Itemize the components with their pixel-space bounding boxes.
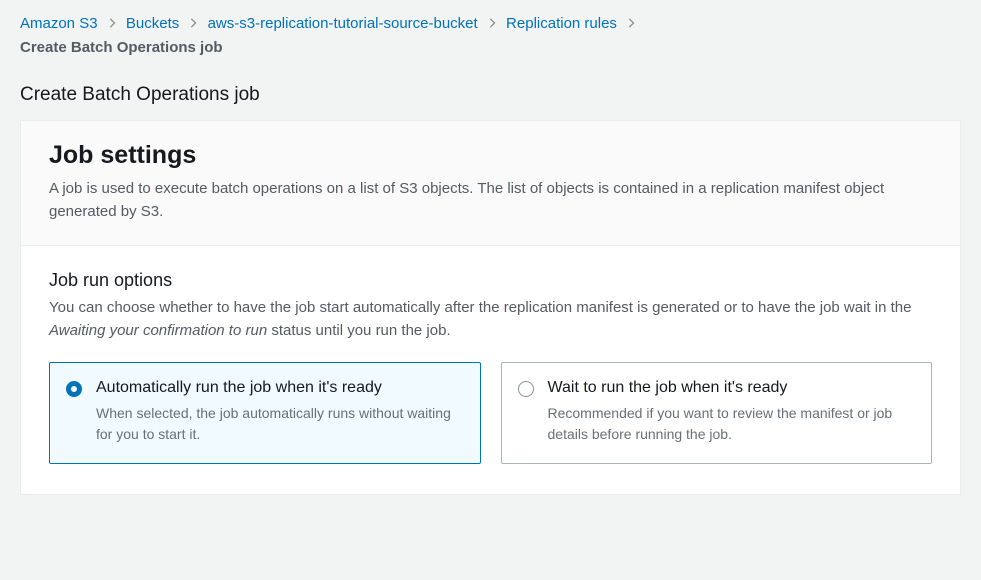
radio-label: Wait to run the job when it's ready (548, 377, 914, 399)
job-settings-card: Job settings A job is used to execute ba… (20, 120, 961, 495)
breadcrumb-link-s3[interactable]: Amazon S3 (20, 15, 98, 32)
run-options-heading: Job run options (49, 270, 932, 291)
breadcrumb-current: Create Batch Operations job (20, 39, 223, 56)
chevron-right-icon (627, 14, 635, 35)
page-title: Create Batch Operations job (0, 66, 981, 120)
chevron-right-icon (488, 14, 496, 35)
radio-option-wait[interactable]: Wait to run the job when it's ready Reco… (501, 362, 933, 464)
radio-indicator-icon (66, 381, 82, 397)
radio-description: When selected, the job automatically run… (96, 403, 462, 445)
chevron-right-icon (108, 14, 116, 35)
card-body: Job run options You can choose whether t… (21, 246, 960, 494)
breadcrumb-link-bucket-name[interactable]: aws-s3-replication-tutorial-source-bucke… (208, 15, 478, 32)
chevron-right-icon (189, 14, 197, 35)
job-settings-description: A job is used to execute batch operation… (49, 178, 932, 223)
run-options-description: You can choose whether to have the job s… (49, 297, 932, 342)
breadcrumb: Amazon S3 Buckets aws-s3-replication-tut… (0, 0, 981, 66)
radio-indicator-icon (518, 381, 534, 397)
radio-group: Automatically run the job when it's read… (49, 362, 932, 464)
card-header: Job settings A job is used to execute ba… (21, 121, 960, 246)
breadcrumb-link-replication-rules[interactable]: Replication rules (506, 15, 617, 32)
radio-description: Recommended if you want to review the ma… (548, 403, 914, 445)
job-settings-heading: Job settings (49, 141, 932, 170)
breadcrumb-link-buckets[interactable]: Buckets (126, 15, 179, 32)
radio-option-auto[interactable]: Automatically run the job when it's read… (49, 362, 481, 464)
radio-label: Automatically run the job when it's read… (96, 377, 462, 399)
